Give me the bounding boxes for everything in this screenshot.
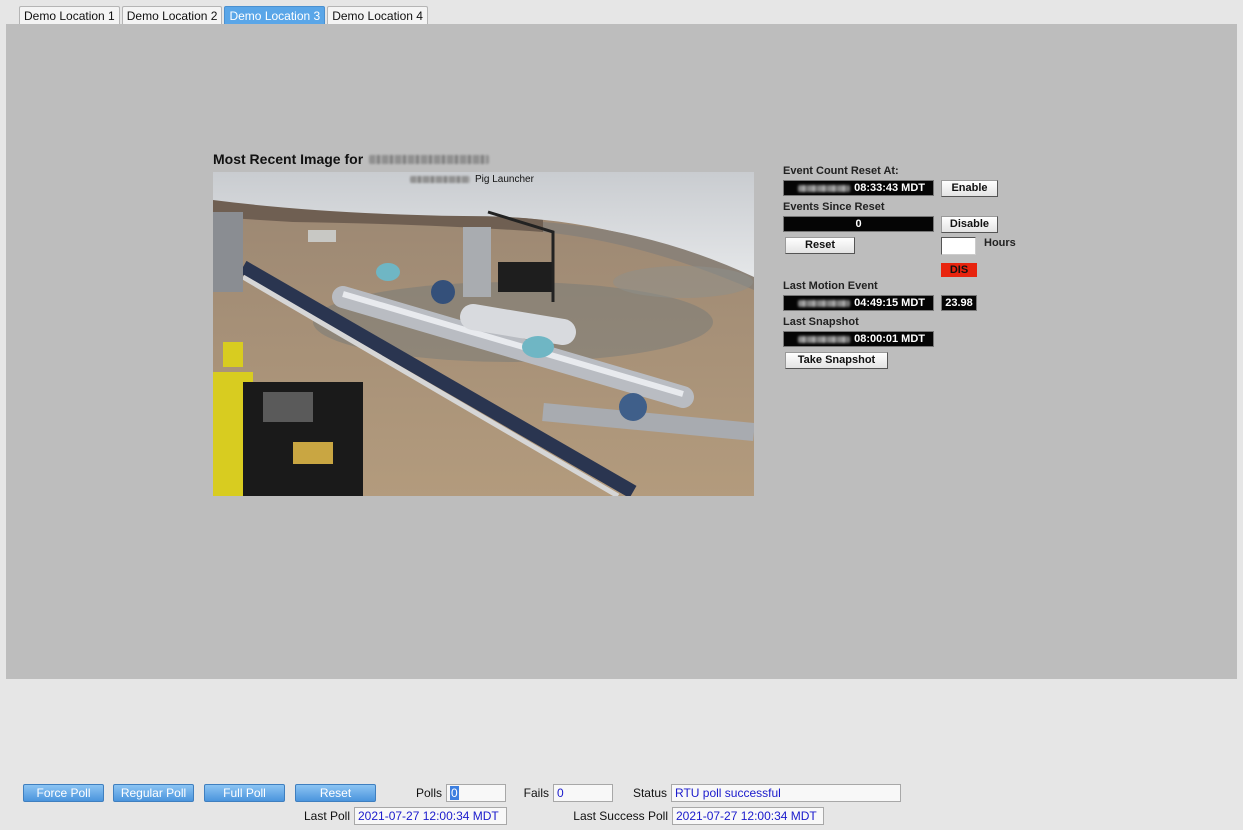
last-snapshot-time: 08:00:01 MDT (854, 333, 925, 345)
force-poll-button[interactable]: Force Poll (23, 784, 104, 802)
redacted-date (798, 335, 851, 343)
take-snapshot-button[interactable]: Take Snapshot (785, 352, 888, 369)
camera-caption-text: Pig Launcher (475, 174, 534, 185)
regular-poll-button[interactable]: Regular Poll (113, 784, 194, 802)
fails-field[interactable]: 0 (553, 784, 613, 802)
event-count-reset-label: Event Count Reset At: (783, 165, 899, 177)
camera-caption: Pig Launcher (410, 174, 534, 185)
last-motion-time: 04:49:15 MDT (854, 297, 925, 309)
last-poll-label: Last Poll (303, 809, 350, 823)
last-success-poll-label: Last Success Poll (573, 809, 668, 823)
location-tabs: Demo Location 1 Demo Location 2 Demo Loc… (19, 6, 430, 25)
events-since-reset-label: Events Since Reset (783, 201, 885, 213)
image-title-text: Most Recent Image for (213, 151, 364, 167)
status-label: Status (632, 786, 667, 800)
polls-value: 0 (450, 786, 459, 800)
camera-image[interactable] (213, 172, 754, 496)
tab-demo-location-4[interactable]: Demo Location 4 (327, 6, 428, 25)
hours-input[interactable] (941, 237, 976, 255)
redacted-date (798, 184, 851, 192)
events-since-reset-display: 0 (783, 216, 934, 232)
last-success-poll-field[interactable]: 2021-07-27 12:00:34 MDT (672, 807, 824, 825)
enable-button[interactable]: Enable (941, 180, 998, 197)
status-badge: DIS (941, 263, 977, 277)
camera-scene (213, 172, 754, 496)
image-title: Most Recent Image for (213, 151, 490, 167)
reset-poll-button[interactable]: Reset (295, 784, 376, 802)
polls-label: Polls (415, 786, 442, 800)
status-field[interactable]: RTU poll successful (671, 784, 901, 802)
redacted-site-name (369, 154, 490, 164)
fails-label: Fails (523, 786, 549, 800)
event-count-reset-time: 08:33:43 MDT (854, 182, 925, 194)
last-snapshot-label: Last Snapshot (783, 316, 859, 328)
last-poll-field[interactable]: 2021-07-27 12:00:34 MDT (354, 807, 507, 825)
redacted-date (798, 299, 851, 307)
last-motion-label: Last Motion Event (783, 280, 878, 292)
tab-demo-location-1[interactable]: Demo Location 1 (19, 6, 120, 25)
hours-label: Hours (984, 237, 1016, 249)
last-motion-display: 04:49:15 MDT (783, 295, 934, 311)
disable-button[interactable]: Disable (941, 216, 998, 233)
reset-events-button[interactable]: Reset (785, 237, 855, 254)
polls-field[interactable]: 0 (446, 784, 506, 802)
tab-demo-location-3[interactable]: Demo Location 3 (224, 6, 326, 25)
last-motion-value: 23.98 (941, 295, 977, 311)
last-snapshot-display: 08:00:01 MDT (783, 331, 934, 347)
tab-demo-location-2[interactable]: Demo Location 2 (121, 6, 223, 25)
redacted-caption (410, 176, 470, 183)
full-poll-button[interactable]: Full Poll (204, 784, 285, 802)
event-count-reset-display: 08:33:43 MDT (783, 180, 934, 196)
